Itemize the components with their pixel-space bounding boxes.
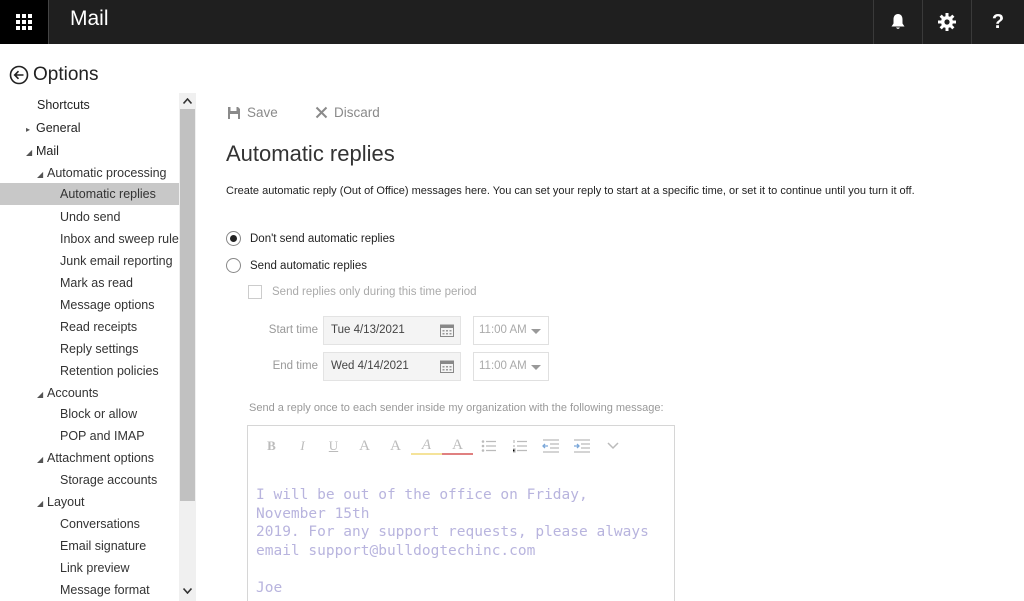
collapse-arrow-icon: ◢ <box>26 148 33 157</box>
font-color-button[interactable]: A <box>442 437 473 455</box>
scroll-up-icon[interactable] <box>179 93 196 109</box>
help-button[interactable]: ? <box>971 0 1024 44</box>
nav-conversations[interactable]: Conversations <box>60 513 140 535</box>
nav-inbox-sweep-rules[interactable]: Inbox and sweep rules <box>60 228 179 250</box>
nav-retention-policies[interactable]: Retention policies <box>60 360 159 382</box>
help-icon: ? <box>991 10 1005 33</box>
nav-layout[interactable]: ◢ Layout <box>37 491 85 513</box>
nav-automatic-replies[interactable]: Automatic replies <box>0 183 179 205</box>
settings-button[interactable] <box>922 0 970 44</box>
end-time-label: End time <box>272 360 318 372</box>
numbering-button[interactable] <box>504 434 535 458</box>
radio-button[interactable] <box>226 258 241 273</box>
back-arrow-icon[interactable] <box>9 65 29 85</box>
nav-accounts[interactable]: ◢ Accounts <box>37 382 98 404</box>
chevron-down-icon <box>531 365 541 370</box>
time-period-checkbox-row[interactable]: Send replies only during this time perio… <box>248 285 477 299</box>
start-time-dropdown[interactable]: 11:00 AM <box>473 316 549 345</box>
collapse-arrow-icon: ◢ <box>37 455 44 464</box>
save-icon <box>228 106 240 119</box>
radio-send[interactable]: Send automatic replies <box>226 258 367 273</box>
options-nav: Shortcuts ▸ General ◢ Mail ◢ Automatic proc… <box>0 93 179 601</box>
chevron-down-icon <box>606 442 619 450</box>
message-line: email support@bulldogtechinc.com <box>256 542 536 559</box>
editor-toolbar: B I U A A A A <box>256 434 628 458</box>
nav-general[interactable]: ▸ General <box>26 117 80 139</box>
radio-button-selected[interactable] <box>226 231 241 246</box>
nav-email-signature[interactable]: Email signature <box>60 535 146 557</box>
start-date-picker[interactable]: Tue 4/13/2021 <box>323 316 461 345</box>
app-launcher-button[interactable] <box>0 0 49 44</box>
nav-attachment-options[interactable]: ◢ Attachment options <box>37 447 154 469</box>
message-body[interactable]: I will be out of the office on Friday, N… <box>256 486 666 597</box>
options-header: Options <box>9 64 98 86</box>
bold-button[interactable]: B <box>256 434 287 458</box>
increase-indent-button[interactable] <box>566 434 597 458</box>
nav-read-receipts[interactable]: Read receipts <box>60 316 137 338</box>
app-title: Mail <box>70 7 109 30</box>
end-date-picker[interactable]: Wed 4/14/2021 <box>323 352 461 381</box>
nav-junk-email[interactable]: Junk email reporting <box>60 250 173 272</box>
bell-icon <box>891 14 904 29</box>
highlight-button[interactable]: A <box>411 437 442 455</box>
save-button[interactable]: Save <box>227 105 278 120</box>
nav-scrollbar[interactable] <box>179 93 196 601</box>
main-content: Save Discard Automatic replies Create au… <box>196 93 1024 601</box>
nav-pop-imap[interactable]: POP and IMAP <box>60 425 145 447</box>
decrease-indent-button[interactable] <box>535 434 566 458</box>
calendar-icon[interactable] <box>440 360 454 373</box>
indent-icon <box>573 439 590 453</box>
underline-button[interactable]: U <box>318 434 349 458</box>
end-time-dropdown[interactable]: 11:00 AM <box>473 352 549 381</box>
page-description: Create automatic reply (Out of Office) m… <box>226 185 915 197</box>
nav-block-or-allow[interactable]: Block or allow <box>60 403 137 425</box>
message-line: I will be out of the office on Friday, N… <box>256 487 597 522</box>
numbered-list-icon <box>512 440 527 453</box>
grow-font-button[interactable]: A <box>380 434 411 458</box>
nav-storage-accounts[interactable]: Storage accounts <box>60 469 157 491</box>
message-editor[interactable]: B I U A A A A I will be out of the offic… <box>247 425 675 601</box>
more-formatting-button[interactable] <box>597 434 628 458</box>
outdent-icon <box>541 439 559 453</box>
time-period-checkbox[interactable] <box>248 285 262 299</box>
scroll-down-icon[interactable] <box>179 583 196 599</box>
collapse-arrow-icon: ◢ <box>37 499 44 508</box>
italic-button[interactable]: I <box>287 434 318 458</box>
app-launcher-icon <box>16 14 32 30</box>
close-icon <box>315 106 328 119</box>
nav-automatic-processing[interactable]: ◢ Automatic processing <box>37 162 167 184</box>
nav-undo-send[interactable]: Undo send <box>60 206 120 228</box>
page-title: Automatic replies <box>226 141 395 166</box>
radio-dont-send[interactable]: Don't send automatic replies <box>226 231 395 246</box>
scrollbar-thumb[interactable] <box>180 109 195 501</box>
notifications-button[interactable] <box>873 0 921 44</box>
nav-message-format[interactable]: Message format <box>60 579 150 601</box>
expand-arrow-icon: ▸ <box>26 125 31 134</box>
message-line: 2019. For any support requests, please a… <box>256 524 649 540</box>
start-time-label: Start time <box>268 324 318 336</box>
message-signature: Joe <box>256 579 283 596</box>
nav-mail[interactable]: ◢ Mail <box>26 140 59 162</box>
chevron-down-icon <box>531 329 541 334</box>
bullets-button[interactable] <box>473 434 504 458</box>
font-size-button[interactable]: A <box>349 434 380 458</box>
bullet-list-icon <box>481 440 496 452</box>
calendar-icon[interactable] <box>440 324 454 337</box>
top-bar: Mail ? <box>0 0 1024 44</box>
inside-org-message-label: Send a reply once to each sender inside … <box>249 402 664 414</box>
options-title: Options <box>33 64 99 85</box>
nav-mark-as-read[interactable]: Mark as read <box>60 272 133 294</box>
discard-button[interactable]: Discard <box>315 105 380 120</box>
nav-reply-settings[interactable]: Reply settings <box>60 338 139 360</box>
gear-icon <box>937 13 956 31</box>
nav-message-options[interactable]: Message options <box>60 294 155 316</box>
collapse-arrow-icon: ◢ <box>37 390 44 399</box>
nav-link-preview[interactable]: Link preview <box>60 557 129 579</box>
nav-shortcuts[interactable]: Shortcuts <box>37 94 90 116</box>
